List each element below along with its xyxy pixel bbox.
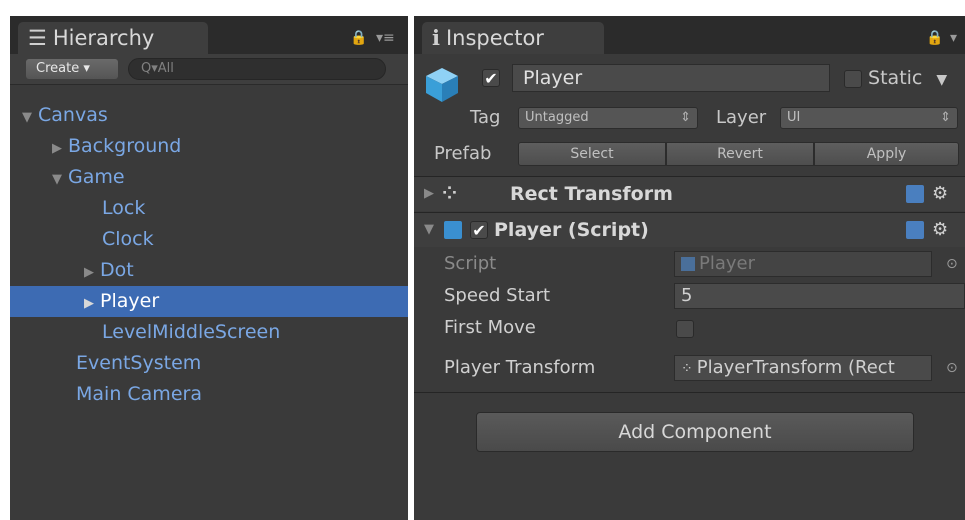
first-move-checkbox[interactable] [676,320,694,338]
hierarchy-toolbar: Create ▾ Q▾All [10,54,408,85]
expand-arrow-icon[interactable]: ▶ [84,257,100,288]
hierarchy-tree: ▼ Canvas ▶ Background ▼ Game Lock Clock ▶ Do… [10,100,408,410]
gear-icon[interactable]: ⚙ [932,177,948,211]
tree-item-label: LevelMiddleScreen [102,321,281,343]
layer-dropdown[interactable]: UI ⇕ [780,107,958,129]
speed-start-label: Speed Start [444,285,551,306]
player-script-header[interactable]: ▼ ✔ Player (Script) ⚙ [414,213,965,247]
rect-transform-icon: ⁘ [442,183,460,204]
script-field: Player [674,251,932,277]
object-picker-icon[interactable]: ⊙ [946,360,958,376]
lock-icon[interactable]: 🔒 [350,30,367,46]
tree-item-dot[interactable]: ▶ Dot [10,255,408,286]
static-toggle[interactable]: Static ▼ [844,64,947,94]
tree-item-label: Clock [102,228,154,250]
hierarchy-panel: ☰ Hierarchy 🔒 ▾≡ Create ▾ Q▾All ▼ Canvas ▶… [10,16,408,520]
tree-item-eventsystem[interactable]: EventSystem [10,348,408,379]
rect-transform-title: Rect Transform [510,183,673,205]
tree-item-label: EventSystem [76,352,202,374]
inspector-panel: ℹ Inspector 🔒 ▾ ✔ Player Static ▼ Tag Unt… [414,16,965,520]
dropdown-arrow-icon: ⇕ [940,110,951,125]
tree-item-label: Background [68,135,182,157]
divider [414,392,965,393]
expand-arrow-icon[interactable]: ▶ [84,288,100,319]
hierarchy-tabbar: ☰ Hierarchy 🔒 ▾≡ [10,16,408,54]
player-transform-field[interactable]: ⁘ PlayerTransform (Rect [674,355,932,381]
tag-value: Untagged [525,110,589,125]
static-label: Static [868,67,923,89]
tree-item-clock[interactable]: Clock [10,224,408,255]
player-transform-value: PlayerTransform (Rect [696,357,895,378]
add-component-button[interactable]: Add Component [476,412,914,452]
script-value: Player [699,253,756,274]
tab-inspector-label: Inspector [445,26,544,50]
layer-label: Layer [716,107,767,128]
expand-arrow-icon[interactable]: ▼ [22,102,38,133]
tree-item-main-camera[interactable]: Main Camera [10,379,408,410]
rect-transform-icon: ⁘ [681,361,693,377]
tree-item-lock[interactable]: Lock [10,193,408,224]
player-transform-label: Player Transform [444,357,596,378]
lock-icon[interactable]: 🔒 [926,30,943,46]
static-dropdown-icon[interactable]: ▼ [936,72,947,88]
script-enabled-checkbox[interactable]: ✔ [470,221,488,239]
info-icon: ℹ [432,26,440,50]
static-checkbox[interactable] [844,69,862,88]
first-move-label: First Move [444,317,536,338]
active-checkbox[interactable]: ✔ [482,69,500,87]
tab-hierarchy-label: Hierarchy [52,26,155,50]
rect-transform-header[interactable]: ▶ ⁘ Rect Transform ⚙ [414,177,965,211]
prefab-revert-button[interactable]: Revert [666,142,814,166]
object-name-field[interactable]: Player [512,64,830,92]
script-label: Script [444,253,497,274]
tree-item-label: Lock [102,197,146,219]
tree-item-label: Player [100,290,160,312]
prefab-apply-button[interactable]: Apply [814,142,959,166]
tree-item-label: Dot [100,259,134,281]
gear-icon[interactable]: ⚙ [932,213,948,247]
tree-item-player[interactable]: ▶ Player [10,286,408,317]
object-picker-icon: ⊙ [946,256,958,272]
tree-item-label: Canvas [38,104,108,126]
collapse-arrow-icon[interactable]: ▶ [424,177,434,211]
inspector-tabbar: ℹ Inspector 🔒 ▾ [414,16,965,54]
tree-item-canvas[interactable]: ▼ Canvas [10,100,408,131]
gameobject-cube-icon [426,68,458,102]
panel-menu-icon[interactable]: ▾ [950,30,957,46]
tree-item-label: Game [68,166,125,188]
panel-menu-icon[interactable]: ▾≡ [376,30,395,46]
expand-arrow-icon[interactable]: ▼ [52,164,68,195]
script-file-icon [681,257,695,271]
hierarchy-search-input[interactable]: Q▾All [128,58,386,80]
dropdown-arrow-icon: ⇕ [680,110,691,125]
player-script-title: Player (Script) [494,219,649,241]
script-icon [444,221,462,239]
tab-hierarchy[interactable]: ☰ Hierarchy [18,22,208,54]
prefab-label: Prefab [434,143,492,164]
tab-inspector[interactable]: ℹ Inspector [422,22,604,54]
list-icon: ☰ [28,26,47,50]
help-book-icon[interactable] [906,185,924,203]
expand-arrow-icon[interactable]: ▶ [52,133,68,164]
tag-label: Tag [470,107,501,128]
help-book-icon[interactable] [906,221,924,239]
speed-start-field[interactable]: 5 [674,283,965,309]
collapse-arrow-icon[interactable]: ▼ [424,213,434,247]
tree-item-label: Main Camera [76,383,202,405]
create-button[interactable]: Create ▾ [26,59,118,79]
prefab-select-button[interactable]: Select [518,142,666,166]
tree-item-game[interactable]: ▼ Game [10,162,408,193]
tag-dropdown[interactable]: Untagged ⇕ [518,107,698,129]
layer-value: UI [787,110,801,125]
tree-item-levelmiddlescreen[interactable]: LevelMiddleScreen [10,317,408,348]
tree-item-background[interactable]: ▶ Background [10,131,408,162]
